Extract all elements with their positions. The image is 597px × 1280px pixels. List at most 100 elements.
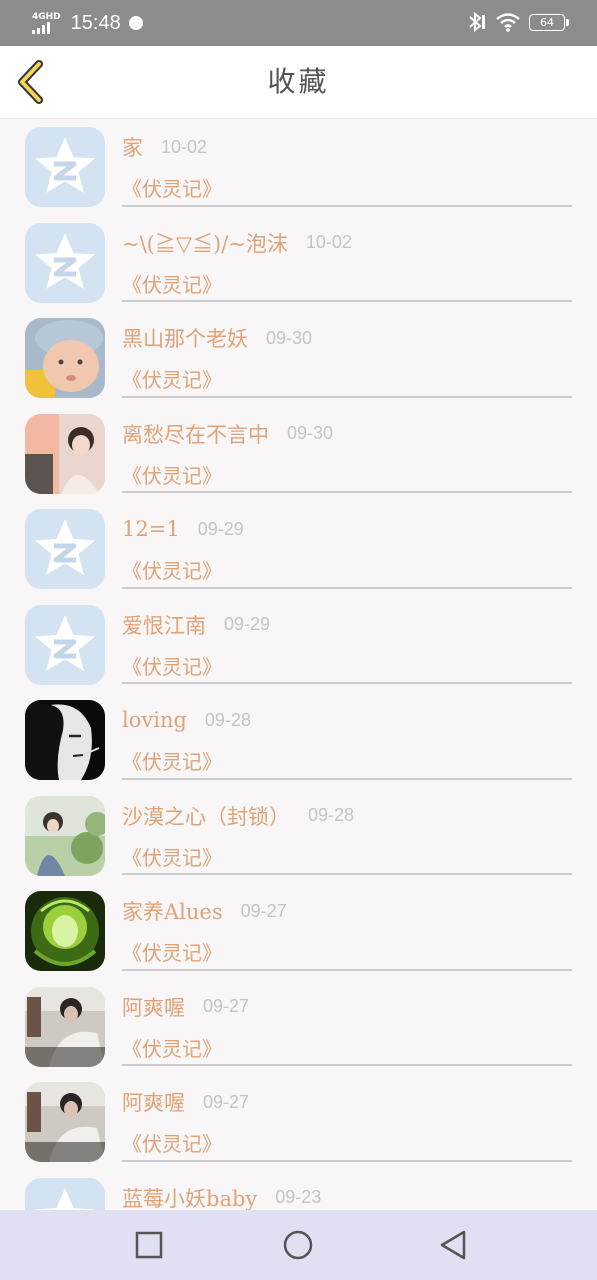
item-date: 09-30 [266, 327, 313, 348]
book-title[interactable]: 《伏灵记》 [122, 1128, 222, 1157]
item-header: 12=1 09-29 [122, 515, 244, 543]
item-date: 10-02 [161, 136, 208, 157]
list-item[interactable]: 阿爽喔 09-27 《伏灵记》 [0, 979, 597, 1075]
user-name: ~\(≧▽≦)/~泡沫 [122, 231, 288, 256]
list-item[interactable]: 阿爽喔 09-27 《伏灵记》 [0, 1074, 597, 1170]
book-title[interactable]: 《伏灵记》 [122, 651, 222, 680]
network-indicator: 4GHD [32, 12, 61, 34]
divider [122, 395, 572, 398]
user-name: 黑山那个老妖 [122, 327, 248, 351]
book-title[interactable]: 《伏灵记》 [122, 269, 222, 298]
user-name: 离愁尽在不言中 [122, 422, 269, 447]
avatar[interactable] [25, 127, 105, 207]
user-name: 阿爽喔 [122, 1091, 185, 1115]
qq-default-avatar-icon [25, 1177, 105, 1210]
system-back-button[interactable] [436, 1228, 470, 1262]
item-header: 家 10-02 [122, 133, 207, 161]
bluetooth-icon [469, 12, 485, 32]
item-date: 09-27 [203, 996, 250, 1016]
header-bar: 收藏 [0, 46, 597, 119]
battery-icon: 64 [529, 13, 569, 31]
avatar[interactable] [25, 413, 105, 494]
list-item[interactable]: 12=1 09-29 《伏灵记》 [0, 501, 597, 597]
triangle-back-icon [440, 1230, 466, 1260]
qq-default-avatar-icon [25, 604, 105, 685]
bw-sketch-avatar-icon [25, 700, 105, 780]
navigation-bar [0, 1210, 597, 1280]
list-item[interactable]: 黑山那个老妖 09-30 《伏灵记》 [0, 310, 597, 406]
avatar[interactable] [25, 986, 105, 1067]
girl-photo-avatar-icon [25, 413, 105, 494]
recent-apps-button[interactable] [132, 1228, 166, 1262]
book-title[interactable]: 《伏灵记》 [122, 460, 222, 489]
list-item[interactable]: 蓝莓小妖baby09-23《伏灵记》 [0, 1170, 597, 1211]
item-date: 09-27 [203, 1091, 250, 1112]
qq-default-avatar-icon [25, 127, 105, 207]
item-header: 家养Alues 09-27 [122, 897, 287, 925]
avatar[interactable] [25, 700, 105, 780]
user-name: 12=1 [122, 517, 180, 541]
circle-icon [283, 1230, 313, 1260]
item-header: loving 09-28 [122, 706, 251, 734]
list-item[interactable]: 离愁尽在不言中 09-30 《伏灵记》 [0, 406, 597, 502]
divider [122, 491, 572, 493]
item-date: 09-30 [287, 423, 334, 443]
item-date: 09-27 [240, 900, 287, 921]
man-photo-avatar-icon [25, 1082, 105, 1162]
avatar[interactable] [25, 891, 105, 971]
user-name: 家 [122, 136, 143, 160]
user-name: 爱恨江南 [122, 613, 206, 638]
avatar[interactable] [25, 318, 105, 398]
garden-photo-avatar-icon [25, 795, 105, 876]
user-name: 沙漠之心（封锁） [122, 804, 290, 829]
avatar[interactable] [25, 604, 105, 685]
list-item[interactable]: 家养Alues 09-27 《伏灵记》 [0, 883, 597, 979]
baby-photo-avatar-icon [25, 318, 105, 398]
green-art-avatar-icon [25, 891, 105, 971]
list-item[interactable]: 爱恨江南 09-29 《伏灵记》 [0, 597, 597, 693]
divider [122, 1159, 572, 1162]
book-title[interactable]: 《伏灵记》 [122, 842, 222, 871]
home-button[interactable] [281, 1228, 315, 1262]
book-title[interactable]: 《伏灵记》 [122, 173, 222, 202]
list-item[interactable]: 沙漠之心（封锁） 09-28 《伏灵记》 [0, 788, 597, 884]
man-photo-avatar-icon [25, 986, 105, 1067]
status-bar: 4GHD 15:48 64 [0, 0, 597, 46]
square-icon [135, 1231, 163, 1259]
favorites-list: 家 10-02 《伏灵记》 ~\(≧▽≦)/~泡沫 10-02 《伏灵记》 黑山那个老妖 09… [0, 119, 597, 1210]
list-item[interactable]: ~\(≧▽≦)/~泡沫 10-02 《伏灵记》 [0, 215, 597, 311]
user-name: 蓝莓小妖baby [122, 1186, 258, 1211]
item-header: 离愁尽在不言中 09-30 [122, 420, 333, 448]
item-header: 阿爽喔 09-27 [122, 993, 249, 1021]
item-date: 09-28 [204, 709, 251, 730]
divider [122, 1064, 572, 1066]
divider [122, 682, 572, 684]
status-left: 4GHD 15:48 [32, 8, 143, 38]
user-name: loving [122, 708, 187, 732]
book-title[interactable]: 《伏灵记》 [122, 555, 222, 584]
avatar[interactable] [25, 509, 105, 589]
book-title[interactable]: 《伏灵记》 [122, 746, 222, 775]
status-time: 15:48 [70, 11, 121, 34]
list-item[interactable]: loving 09-28 《伏灵记》 [0, 692, 597, 788]
book-title[interactable]: 《伏灵记》 [122, 364, 222, 393]
item-date: 09-28 [308, 805, 355, 825]
page-title: 收藏 [267, 65, 330, 98]
item-header: ~\(≧▽≦)/~泡沫 10-02 [122, 229, 352, 257]
list-item[interactable]: 家 10-02 《伏灵记》 [0, 119, 597, 215]
book-title[interactable]: 《伏灵记》 [122, 1033, 222, 1062]
divider [122, 204, 572, 207]
avatar[interactable] [25, 1082, 105, 1162]
battery-level: 64 [540, 15, 554, 29]
item-date: 10-02 [305, 232, 352, 252]
item-header: 爱恨江南 09-29 [122, 611, 270, 639]
book-title[interactable]: 《伏灵记》 [122, 937, 222, 966]
notification-icon [128, 16, 143, 30]
avatar[interactable] [25, 795, 105, 876]
avatar[interactable] [25, 1177, 105, 1210]
item-header: 阿爽喔 09-27 [122, 1088, 249, 1116]
item-header: 沙漠之心（封锁） 09-28 [122, 802, 354, 830]
avatar[interactable] [25, 222, 105, 303]
item-header: 黑山那个老妖 09-30 [122, 324, 312, 352]
signal-icon [32, 21, 61, 34]
